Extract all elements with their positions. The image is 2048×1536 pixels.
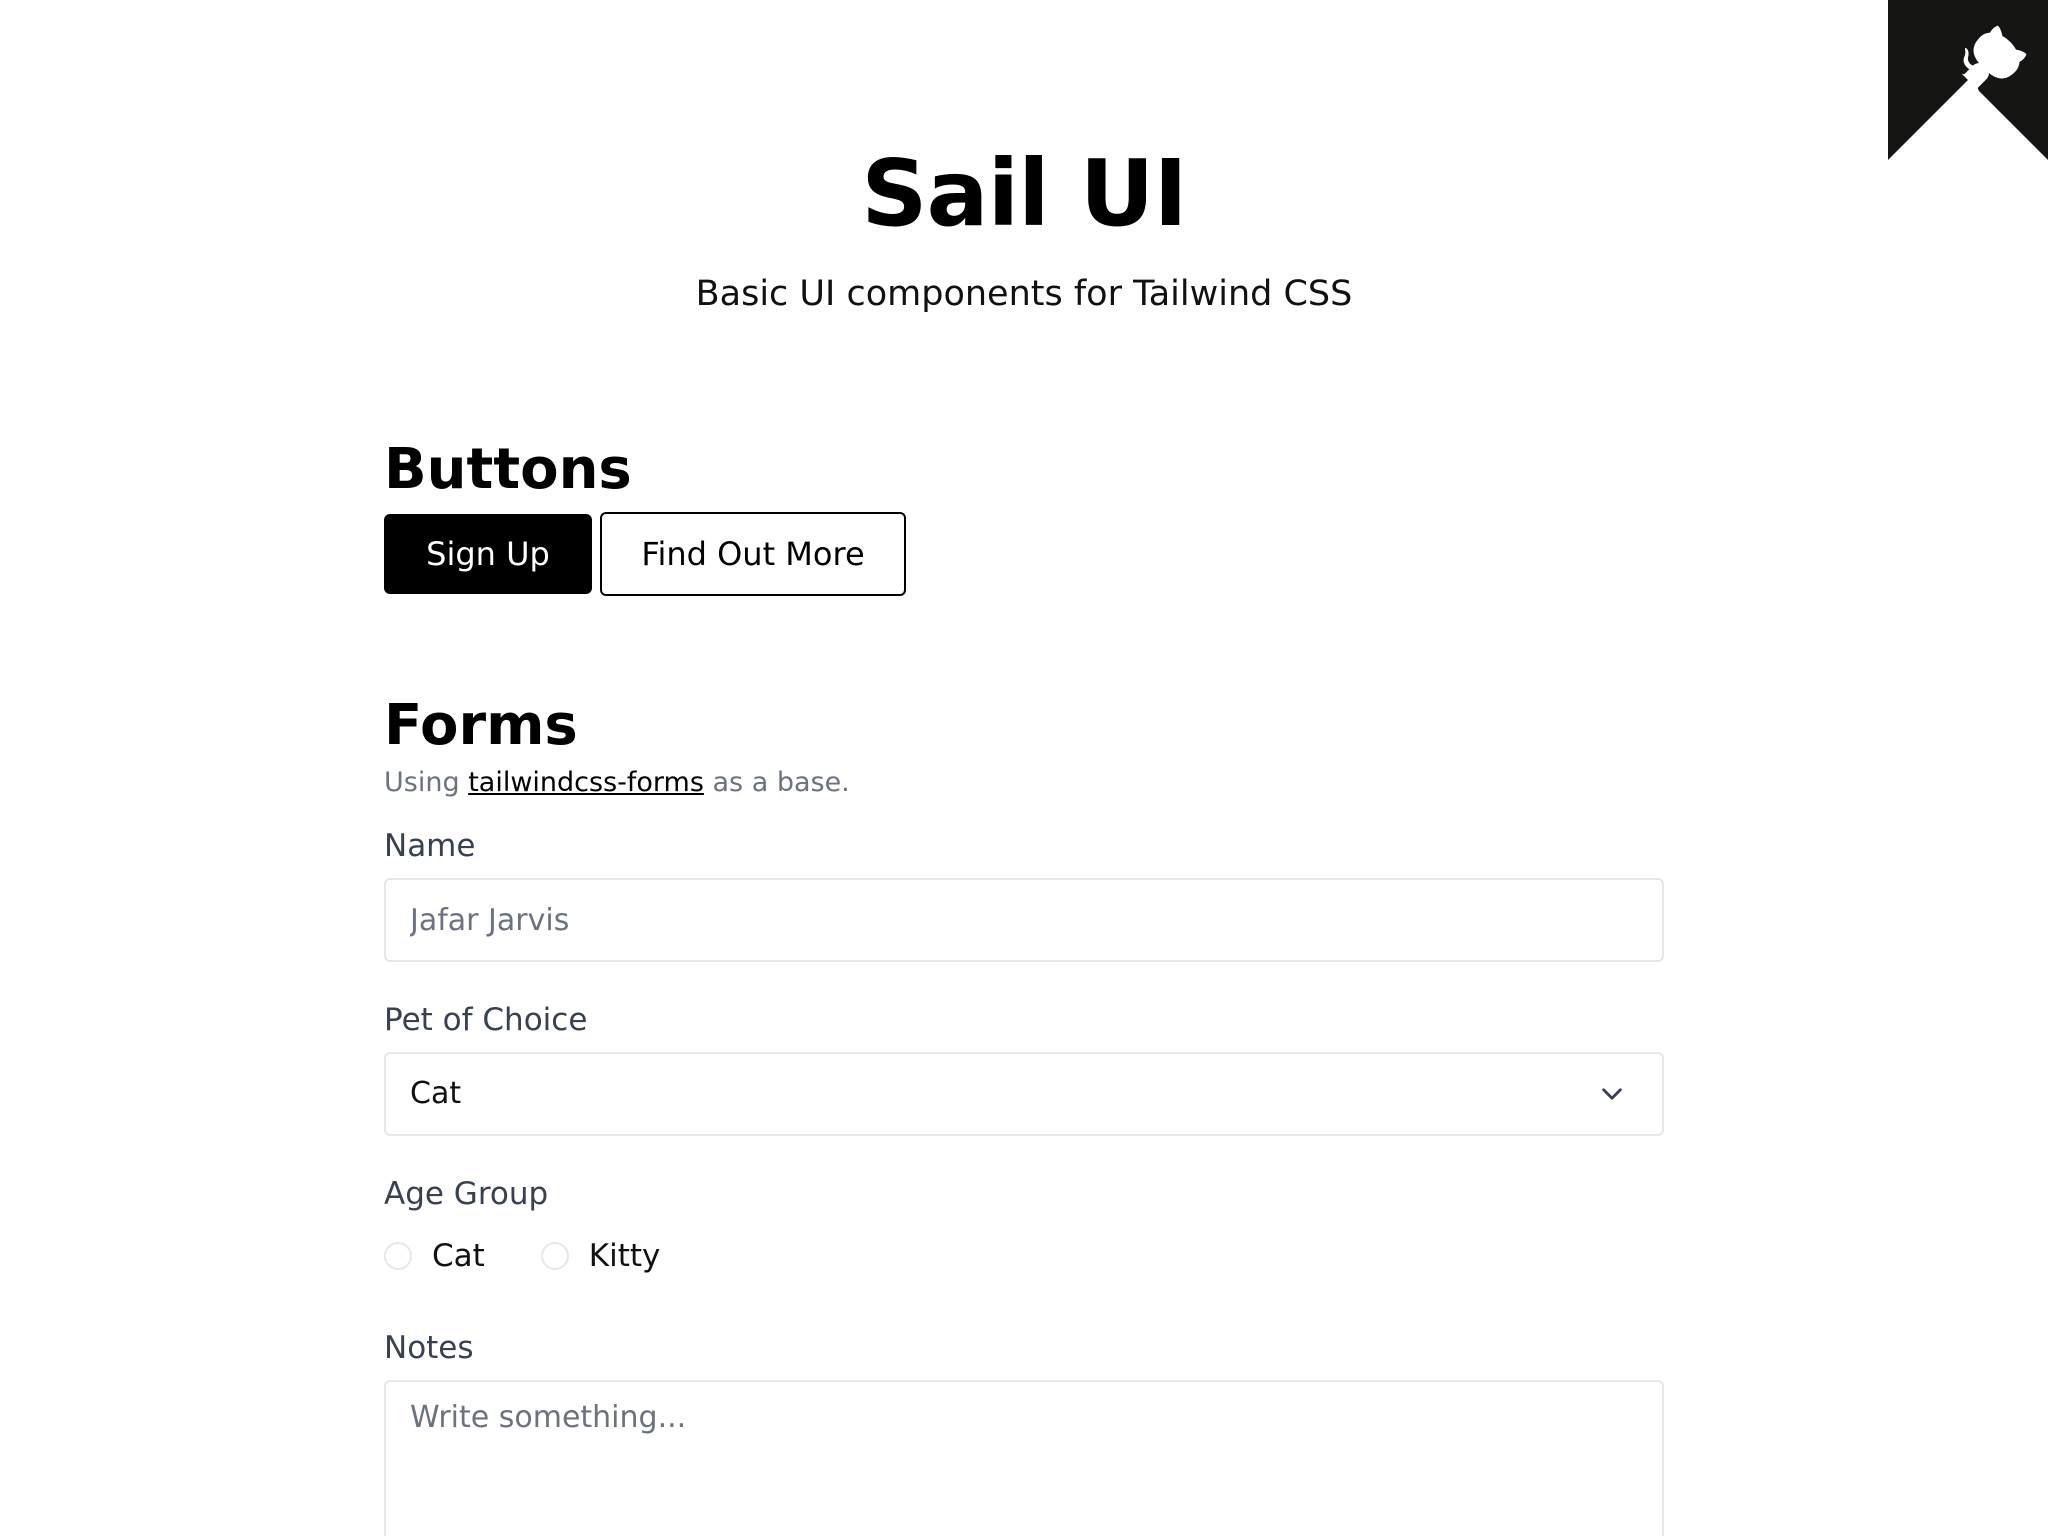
- find-out-more-button[interactable]: Find Out More: [600, 512, 906, 596]
- age-group-label: Age Group: [384, 1176, 549, 1212]
- main-content: Buttons Sign Up Find Out More Forms Usin…: [384, 432, 1664, 1536]
- forms-note: Using tailwindcss-forms as a base.: [384, 764, 1664, 802]
- forms-note-prefix: Using: [384, 767, 460, 798]
- forms-section: Forms Using tailwindcss-forms as a base.…: [384, 688, 1664, 1536]
- radio-option-kitty[interactable]: Kitty: [540, 1238, 661, 1274]
- site-subtitle: Basic UI components for Tailwind CSS: [695, 274, 1353, 314]
- forms-note-suffix: as a base.: [712, 767, 850, 798]
- radio-button-kitty[interactable]: [540, 1242, 569, 1270]
- radio-label-cat: Cat: [432, 1238, 485, 1274]
- pet-select-value: Cat: [410, 1076, 462, 1111]
- buttons-heading: Buttons: [384, 437, 632, 502]
- tailwindcss-forms-link[interactable]: tailwindcss-forms: [468, 767, 704, 798]
- page: Sail UI Basic UI components for Tailwind…: [0, 0, 2048, 1536]
- forms-heading: Forms: [384, 693, 578, 758]
- pet-label: Pet of Choice: [384, 1002, 588, 1038]
- github-octocat-icon: [1888, 0, 2048, 160]
- pet-select[interactable]: Cat: [384, 1052, 1664, 1136]
- name-input[interactable]: [384, 878, 1664, 962]
- name-label: Name: [384, 828, 476, 864]
- header: Sail UI Basic UI components for Tailwind…: [0, 138, 2048, 316]
- notes-label: Notes: [384, 1330, 474, 1366]
- radio-label-kitty: Kitty: [588, 1238, 661, 1274]
- buttons-section: Buttons Sign Up Find Out More: [384, 432, 1664, 596]
- chevron-down-icon: [1602, 1088, 1622, 1100]
- sign-up-button[interactable]: Sign Up: [384, 514, 592, 594]
- age-group-options: Cat Kitty: [384, 1236, 1664, 1276]
- buttons-row: Sign Up Find Out More: [384, 512, 1664, 596]
- radio-option-cat[interactable]: Cat: [384, 1238, 485, 1274]
- radio-button-cat[interactable]: [384, 1242, 412, 1270]
- site-title: Sail UI: [861, 140, 1187, 247]
- notes-textarea[interactable]: [384, 1380, 1664, 1536]
- github-corner-link[interactable]: [1888, 0, 2048, 160]
